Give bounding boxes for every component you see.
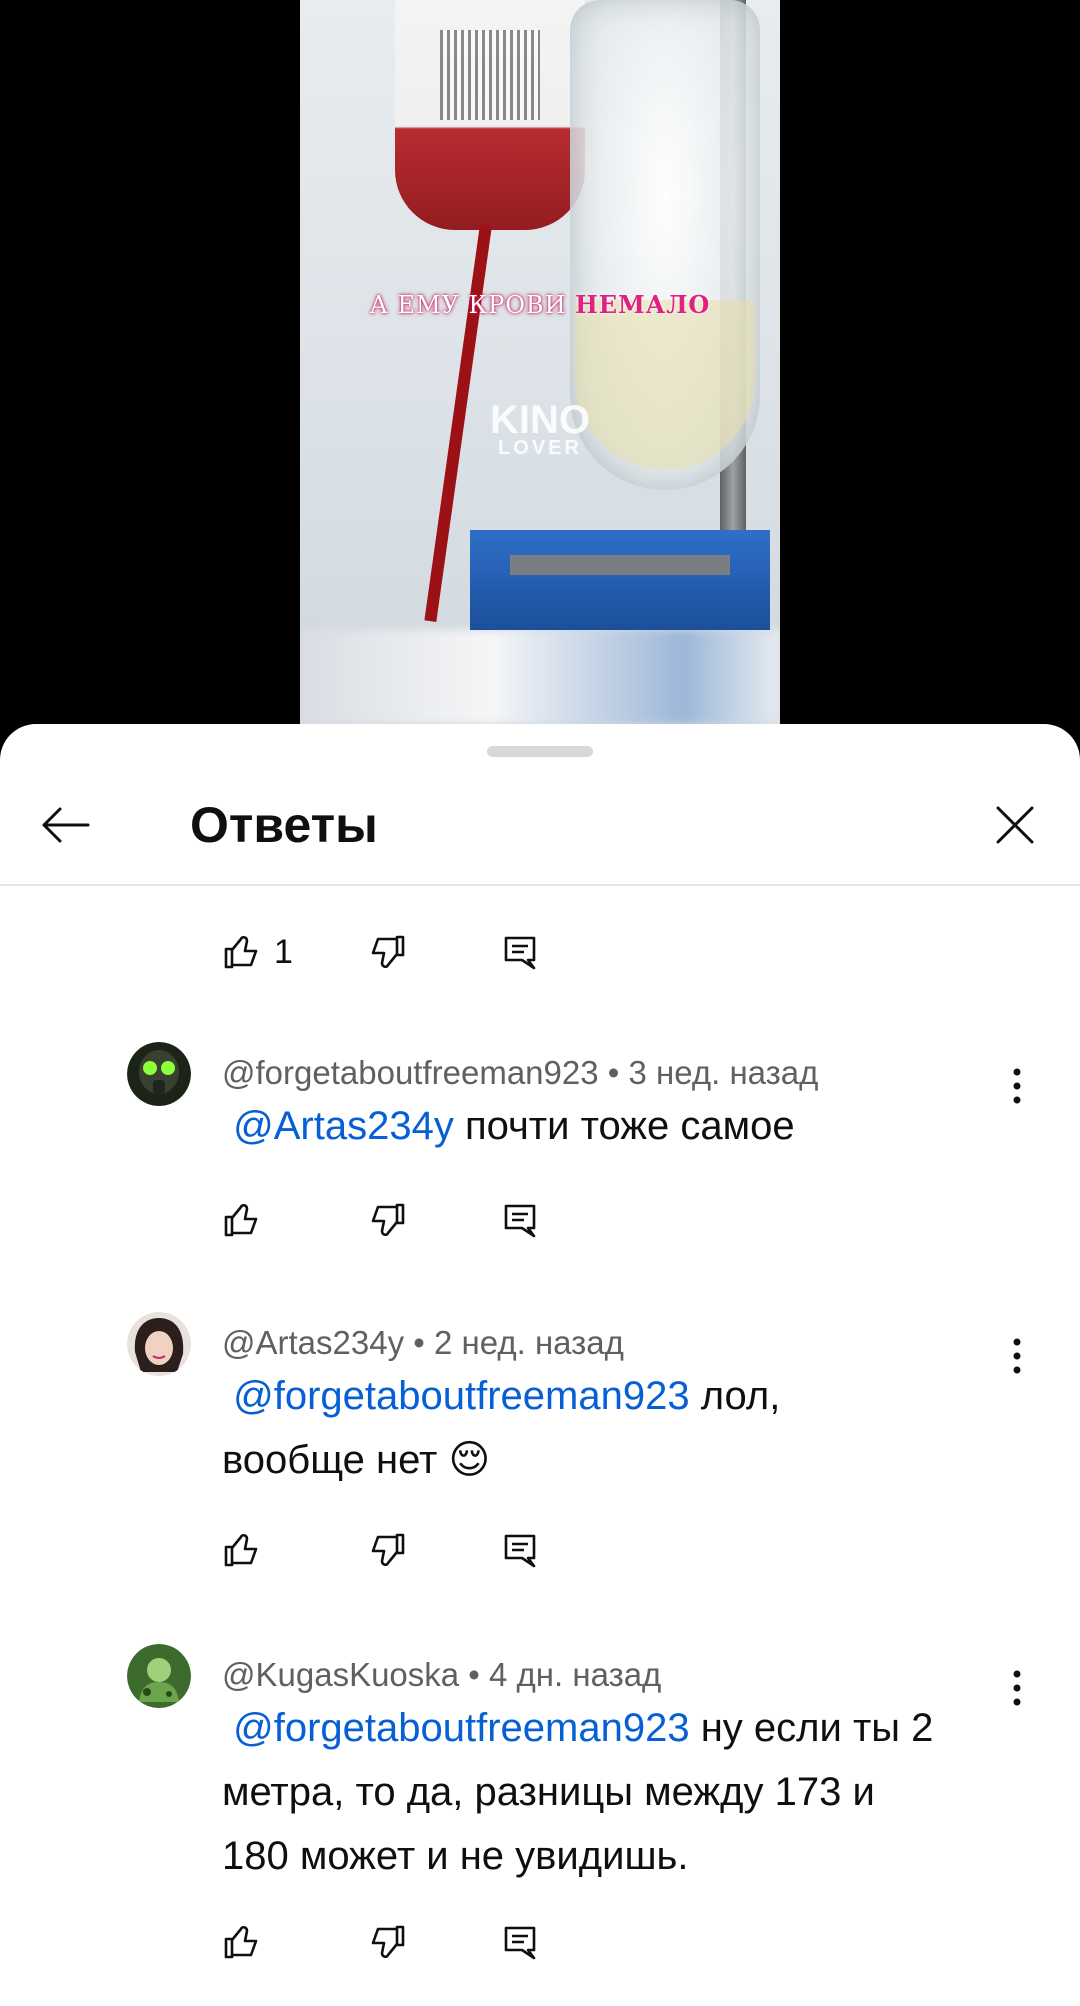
comment-author[interactable]: @forgetaboutfreeman923 [222, 1054, 599, 1091]
comment-text-line: вообще нет 😌 [222, 1438, 491, 1482]
comment-actions [222, 1192, 562, 1248]
avatar[interactable] [127, 1644, 191, 1708]
video-bag-label [440, 30, 540, 120]
user-photo-avatar-icon [127, 1312, 191, 1376]
reply-button[interactable] [500, 1192, 540, 1248]
dislike-button[interactable] [367, 924, 407, 980]
replies-sheet: Ответы 1 @forgetaboutfreeman923 • 3 нед.… [0, 724, 1080, 2006]
parent-comment-actions: 1 [222, 924, 562, 980]
video-caption-text: А ЕМУ КРОВИ [369, 291, 576, 319]
comment-icon [504, 1204, 536, 1238]
comment-text-line: метра, то да, разницы между 173 и [222, 1770, 875, 1814]
page-title: Ответы [190, 797, 378, 853]
comment-icon [504, 1926, 536, 1960]
watermark-main: KINO [490, 398, 590, 442]
comment-author[interactable]: @Artas234y [222, 1324, 404, 1361]
video-caption: А ЕМУ КРОВИ НЕМАЛО [300, 290, 780, 319]
gas-mask-avatar-icon [127, 1042, 191, 1106]
like-button[interactable] [222, 1522, 262, 1578]
reply-button[interactable] [500, 1914, 540, 1970]
sheet-header: Ответы [0, 764, 1080, 886]
thumbs-down-icon [371, 1203, 405, 1237]
drag-handle[interactable] [487, 746, 593, 757]
thumbs-up-icon [224, 1203, 258, 1237]
close-icon [996, 806, 1034, 844]
comment-time: • 2 нед. назад [404, 1324, 624, 1361]
comment-text-line: лол, [689, 1374, 781, 1418]
avatar[interactable] [127, 1042, 191, 1106]
comment-meta: @Artas234y • 2 нед. назад [222, 1324, 624, 1362]
thumbs-down-icon [371, 935, 405, 969]
video-frame-blur [300, 630, 780, 724]
soldier-avatar-icon [127, 1644, 191, 1708]
video-player[interactable]: А ЕМУ КРОВИ НЕМАЛО KINO LOVER [300, 0, 780, 724]
thumbs-up-icon [224, 1925, 258, 1959]
mention-link[interactable]: @forgetaboutfreeman923 [233, 1706, 689, 1750]
video-stand-bar [510, 555, 730, 575]
reply-button[interactable] [500, 924, 540, 980]
comment-text-line: ну если ты 2 [689, 1706, 934, 1750]
comment-meta: @forgetaboutfreeman923 • 3 нед. назад [222, 1054, 818, 1092]
comment-actions [222, 1914, 562, 1970]
comment-meta: @KugasKuoska • 4 дн. назад [222, 1656, 661, 1694]
comment-text: @forgetaboutfreeman923 лол, вообще нет 😌 [222, 1364, 1022, 1492]
mention-link[interactable]: @forgetaboutfreeman923 [233, 1374, 689, 1418]
like-button[interactable] [222, 1192, 262, 1248]
back-button[interactable] [30, 790, 100, 860]
thumbs-up-icon [224, 1533, 258, 1567]
close-button[interactable] [980, 790, 1050, 860]
thumbs-down-icon [371, 1925, 405, 1959]
dislike-button[interactable] [367, 1192, 407, 1248]
video-blue-stand [470, 530, 770, 630]
thumbs-up-icon [224, 935, 258, 969]
comment-icon [504, 1534, 536, 1568]
comment-time: • 4 дн. назад [459, 1656, 662, 1693]
reply-button[interactable] [500, 1522, 540, 1578]
comment-actions [222, 1522, 562, 1578]
comment-time: • 3 нед. назад [598, 1054, 819, 1091]
comment-text-line: 180 может и не увидишь. [222, 1834, 689, 1878]
like-button[interactable] [222, 1914, 262, 1970]
like-button[interactable]: 1 [222, 924, 293, 980]
video-watermark: KINO LOVER [300, 400, 780, 459]
comment-icon [504, 936, 536, 970]
comment-text-content: почти тоже самое [453, 1104, 795, 1148]
comment-text: @Artas234y почти тоже самое [222, 1094, 1022, 1158]
arrow-left-icon [42, 807, 90, 843]
comment-text: @forgetaboutfreeman923 ну если ты 2 метр… [222, 1696, 1022, 1888]
video-caption-highlight: НЕМАЛО [575, 290, 711, 319]
watermark-sub: LOVER [498, 437, 582, 459]
comment-author[interactable]: @KugasKuoska [222, 1656, 459, 1693]
thumbs-down-icon [371, 1533, 405, 1567]
dislike-button[interactable] [367, 1914, 407, 1970]
like-count: 1 [274, 932, 293, 971]
avatar[interactable] [127, 1312, 191, 1376]
dislike-button[interactable] [367, 1522, 407, 1578]
mention-link[interactable]: @Artas234y [233, 1104, 454, 1148]
